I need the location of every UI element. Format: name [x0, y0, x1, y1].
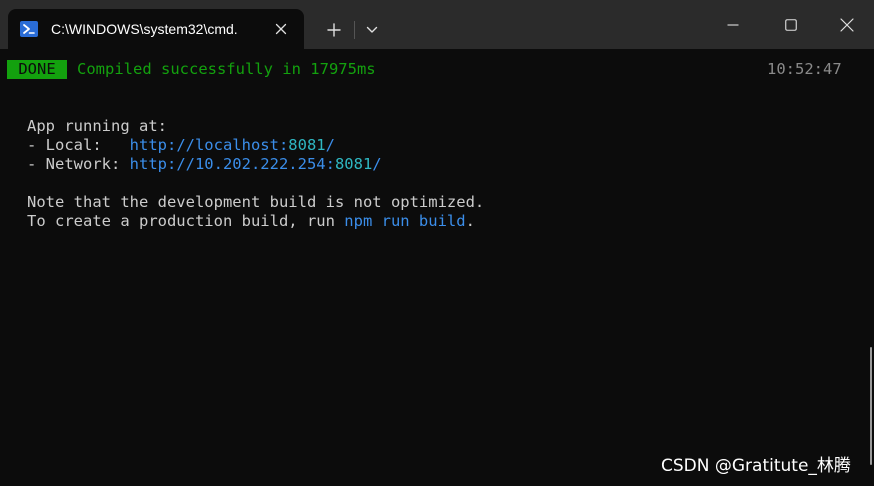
tab-close-button[interactable] — [270, 18, 292, 40]
minimize-button[interactable] — [704, 0, 762, 49]
close-icon — [275, 23, 287, 35]
minimize-icon — [727, 23, 739, 26]
maximize-icon — [785, 18, 797, 31]
production-line: To create a production build, run npm ru… — [27, 212, 475, 231]
timestamp: 10:52:47 — [767, 60, 842, 78]
scrollbar[interactable] — [870, 347, 872, 465]
tab-title: C:\WINDOWS\system32\cmd. — [51, 21, 238, 37]
network-url-suffix[interactable]: / — [372, 155, 381, 173]
chevron-down-icon — [366, 26, 378, 33]
compiled-message: Compiled successfully in 17975ms — [77, 60, 376, 78]
production-command: npm run build — [344, 212, 466, 230]
terminal-window: C:\WINDOWS\system32\cmd. DONE Compiled s… — [0, 0, 874, 486]
local-line: - Local: http://localhost:8081/ — [27, 136, 335, 155]
new-tab-button[interactable] — [318, 16, 350, 44]
maximize-button[interactable] — [762, 0, 820, 49]
close-icon — [840, 17, 854, 32]
terminal-output[interactable]: DONE Compiled successfully in 17975ms 10… — [0, 49, 874, 486]
network-url[interactable]: http://10.202.222.254: — [130, 155, 335, 173]
local-url-suffix[interactable]: / — [326, 136, 335, 154]
local-port[interactable]: 8081 — [288, 136, 325, 154]
note-line: Note that the development build is not o… — [27, 193, 485, 211]
network-label: - Network: — [27, 155, 130, 173]
plus-icon — [327, 23, 341, 37]
production-suffix: . — [465, 212, 475, 230]
production-prefix: To create a production build, run — [27, 212, 345, 230]
app-running-line: App running at: — [27, 117, 167, 135]
tab-dropdown-button[interactable] — [358, 16, 386, 44]
powershell-icon — [20, 20, 38, 38]
local-label: - Local: — [27, 136, 130, 154]
network-port[interactable]: 8081 — [335, 155, 372, 173]
status-badge: DONE — [7, 60, 67, 79]
watermark: CSDN @Gratitute_林腾 — [661, 456, 851, 476]
tab-cmd[interactable]: C:\WINDOWS\system32\cmd. — [8, 9, 304, 49]
tab-separator — [354, 21, 355, 39]
local-url[interactable]: http://localhost: — [130, 136, 289, 154]
network-line: - Network: http://10.202.222.254:8081/ — [27, 155, 382, 174]
close-window-button[interactable] — [820, 0, 874, 49]
title-bar[interactable]: C:\WINDOWS\system32\cmd. — [0, 0, 874, 49]
